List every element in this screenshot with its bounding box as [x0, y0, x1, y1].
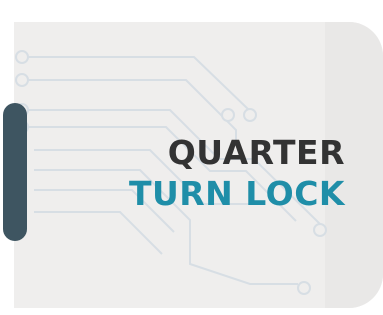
lock-handle [3, 103, 27, 241]
title-line-quarter: QUARTER [167, 133, 345, 172]
title-line-turn-lock: TURN LOCK [128, 174, 345, 213]
